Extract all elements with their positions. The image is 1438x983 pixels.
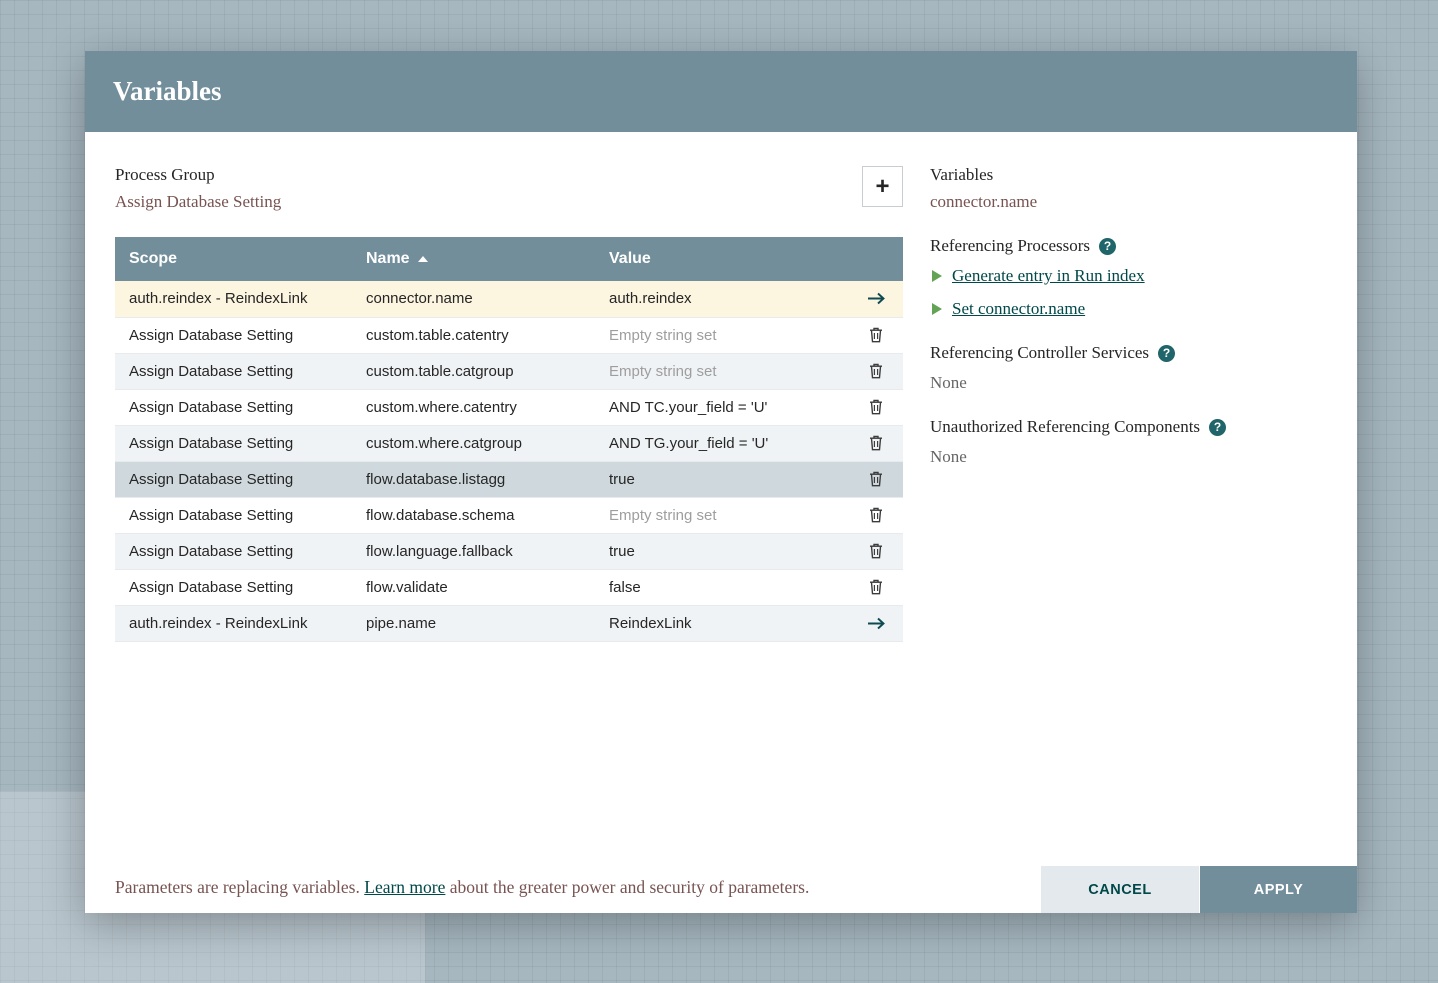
dialog-title: Variables	[113, 76, 222, 107]
variable-value: AND TC.your_field = 'U'	[595, 389, 835, 425]
trash-icon[interactable]	[862, 501, 890, 529]
unauthorized-referencing-components-heading: Unauthorized Referencing Components	[930, 416, 1340, 438]
process-group-block: Process Group Assign Database Setting	[115, 164, 281, 213]
trash-icon[interactable]	[862, 429, 890, 457]
trash-icon[interactable]	[862, 321, 890, 349]
table-header-row: Scope Name Value	[115, 237, 903, 281]
variable-value: auth.reindex	[595, 281, 835, 317]
help-icon[interactable]	[1209, 419, 1226, 436]
scope-header-label: Scope	[129, 250, 177, 267]
variable-name: flow.validate	[352, 569, 595, 605]
variable-name: custom.where.catgroup	[352, 425, 595, 461]
referencing-processor-item: Generate entry in Run index	[932, 265, 1340, 287]
referencing-processor-link[interactable]: Generate entry in Run index	[952, 265, 1145, 287]
variable-name: connector.name	[352, 281, 595, 317]
variable-scope: Assign Database Setting	[115, 425, 352, 461]
column-header-value[interactable]: Value	[595, 237, 835, 281]
apply-button[interactable]: APPLY	[1200, 866, 1357, 913]
variable-value: AND TG.your_field = 'U'	[595, 425, 835, 461]
column-header-actions	[835, 237, 903, 281]
variable-row[interactable]: Assign Database Setting flow.validate fa…	[115, 569, 903, 605]
trash-icon[interactable]	[862, 393, 890, 421]
variable-scope: Assign Database Setting	[115, 317, 352, 353]
variable-value: Empty string set	[595, 317, 835, 353]
referencing-processors-label: Referencing Processors	[930, 235, 1090, 257]
parameters-notice: Parameters are replacing variables. Lear…	[115, 877, 809, 898]
variable-row[interactable]: Assign Database Setting custom.table.cat…	[115, 353, 903, 389]
referencing-processor-link[interactable]: Set connector.name	[952, 298, 1085, 320]
variable-value: false	[595, 569, 835, 605]
trash-icon[interactable]	[862, 357, 890, 385]
referencing-processors-heading: Referencing Processors	[930, 235, 1340, 257]
value-header-label: Value	[609, 250, 651, 267]
variable-name: flow.database.listagg	[352, 461, 595, 497]
parameters-notice-suffix: about the greater power and security of …	[445, 877, 809, 897]
go-to-icon[interactable]	[862, 285, 890, 313]
unauthorized-referencing-components-value: None	[930, 446, 1340, 468]
column-header-scope[interactable]: Scope	[115, 237, 352, 281]
variable-value: true	[595, 461, 835, 497]
process-group-label: Process Group	[115, 164, 281, 186]
new-variable-button[interactable]: +	[862, 166, 903, 207]
variables-table: Scope Name Value auth.reindex - ReindexL…	[115, 237, 903, 642]
running-status-icon	[932, 270, 942, 282]
variable-row[interactable]: Assign Database Setting custom.where.cat…	[115, 425, 903, 461]
variable-scope: Assign Database Setting	[115, 533, 352, 569]
column-header-name[interactable]: Name	[352, 237, 595, 281]
variable-scope: Assign Database Setting	[115, 497, 352, 533]
variable-row[interactable]: Assign Database Setting flow.database.sc…	[115, 497, 903, 533]
variable-row[interactable]: Assign Database Setting custom.where.cat…	[115, 389, 903, 425]
variable-scope: auth.reindex - ReindexLink	[115, 281, 352, 317]
variable-row[interactable]: Assign Database Setting flow.database.li…	[115, 461, 903, 497]
variable-name: flow.language.fallback	[352, 533, 595, 569]
variable-name: pipe.name	[352, 605, 595, 641]
referencing-controller-services-heading: Referencing Controller Services	[930, 342, 1340, 364]
variable-scope: Assign Database Setting	[115, 569, 352, 605]
cancel-button[interactable]: CANCEL	[1041, 866, 1199, 913]
referencing-controller-services-value: None	[930, 372, 1340, 394]
parameters-notice-prefix: Parameters are replacing variables.	[115, 877, 364, 897]
go-to-icon[interactable]	[862, 609, 890, 637]
variable-value: Empty string set	[595, 353, 835, 389]
variable-scope: Assign Database Setting	[115, 389, 352, 425]
unauthorized-referencing-components-label: Unauthorized Referencing Components	[930, 416, 1200, 438]
referencing-controller-services-label: Referencing Controller Services	[930, 342, 1149, 364]
variable-row[interactable]: auth.reindex - ReindexLink connector.nam…	[115, 281, 903, 317]
variables-dialog: Variables Process Group Assign Database …	[85, 51, 1357, 913]
trash-icon[interactable]	[862, 465, 890, 493]
variable-scope: auth.reindex - ReindexLink	[115, 605, 352, 641]
help-icon[interactable]	[1099, 238, 1116, 255]
help-icon[interactable]	[1158, 345, 1175, 362]
selected-variable-name: connector.name	[930, 191, 1340, 213]
name-header-label: Name	[366, 250, 410, 267]
trash-icon[interactable]	[862, 537, 890, 565]
process-group-name: Assign Database Setting	[115, 191, 281, 213]
variable-details-panel: Variables connector.name Referencing Pro…	[930, 164, 1340, 468]
variable-value: Empty string set	[595, 497, 835, 533]
variable-name: custom.table.catentry	[352, 317, 595, 353]
sort-ascending-icon	[418, 256, 428, 262]
dialog-header: Variables	[85, 51, 1357, 132]
variable-value: ReindexLink	[595, 605, 835, 641]
learn-more-link[interactable]: Learn more	[364, 877, 445, 897]
plus-icon: +	[875, 175, 889, 199]
variable-name: custom.where.catentry	[352, 389, 595, 425]
variable-row[interactable]: Assign Database Setting custom.table.cat…	[115, 317, 903, 353]
running-status-icon	[932, 303, 942, 315]
variable-row[interactable]: auth.reindex - ReindexLink pipe.name Rei…	[115, 605, 903, 641]
referencing-processor-item: Set connector.name	[932, 298, 1340, 320]
variable-value: true	[595, 533, 835, 569]
variable-name: flow.database.schema	[352, 497, 595, 533]
variable-name: custom.table.catgroup	[352, 353, 595, 389]
variable-row[interactable]: Assign Database Setting flow.language.fa…	[115, 533, 903, 569]
variable-scope: Assign Database Setting	[115, 461, 352, 497]
variables-detail-label: Variables	[930, 164, 1340, 186]
trash-icon[interactable]	[862, 573, 890, 601]
variable-scope: Assign Database Setting	[115, 353, 352, 389]
